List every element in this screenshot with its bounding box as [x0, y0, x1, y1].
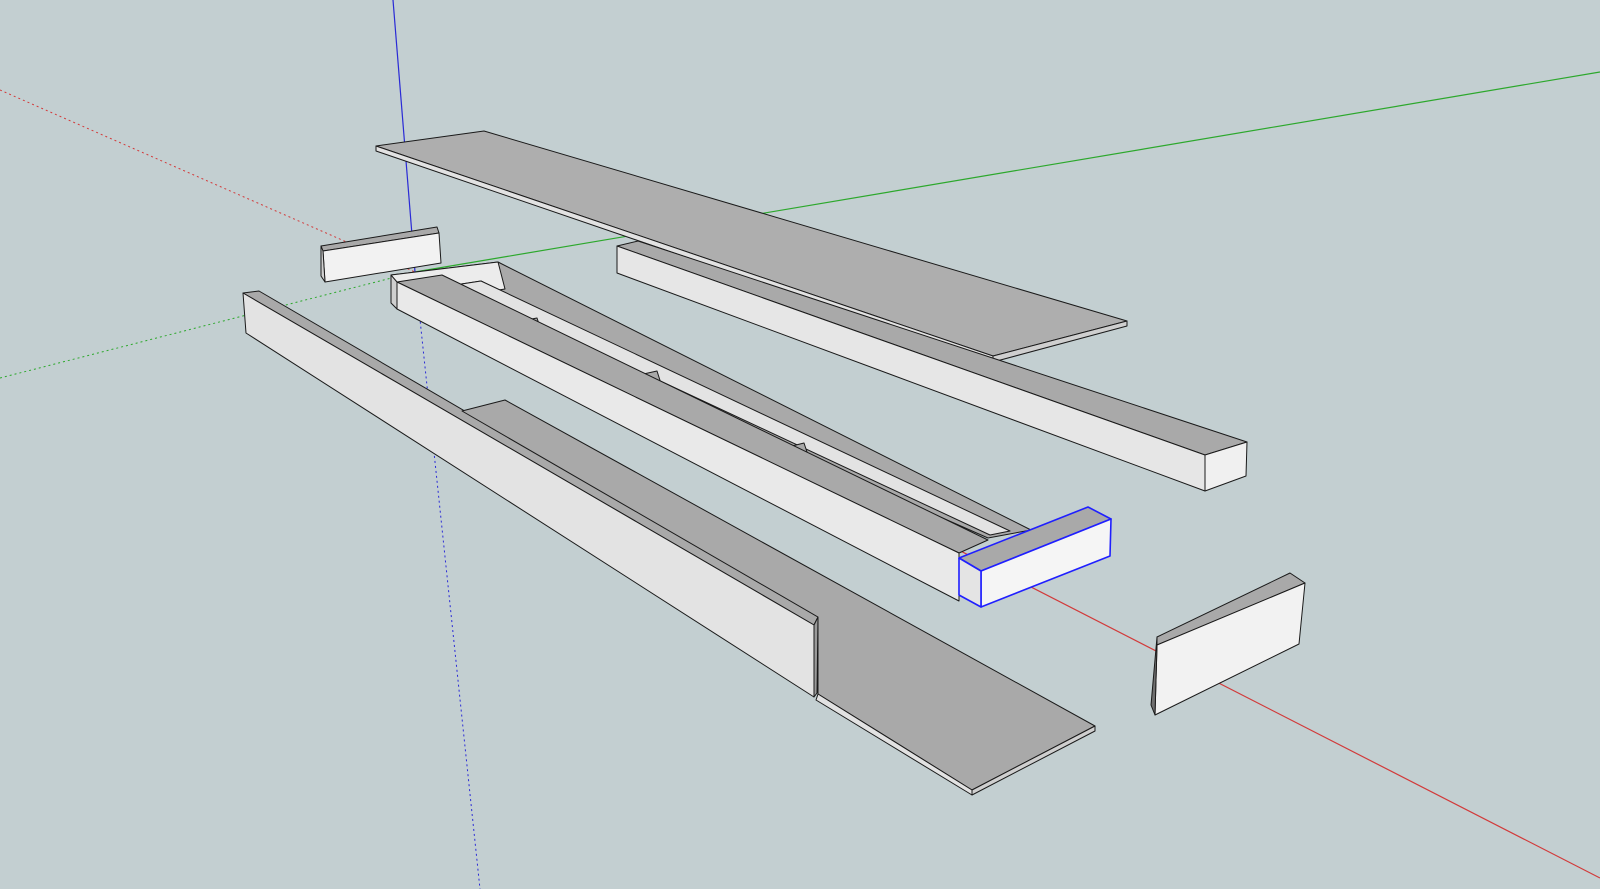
model-viewport[interactable] — [0, 0, 1600, 889]
left-rail-end — [813, 616, 819, 698]
model-canvas[interactable] — [0, 0, 1600, 889]
